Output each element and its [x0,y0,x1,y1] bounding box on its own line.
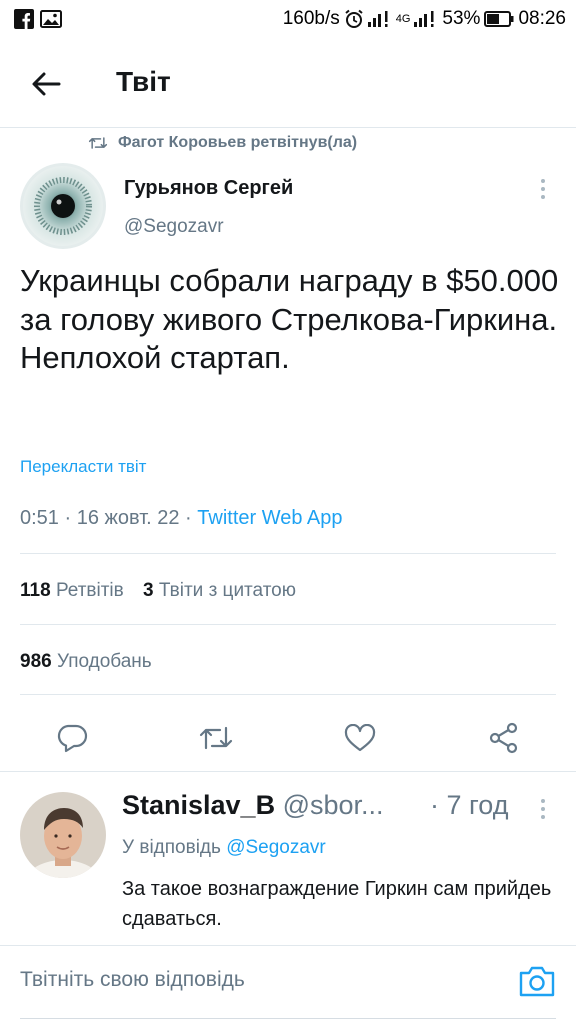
likes-count: 986 [20,651,52,672]
alarm-icon [345,9,363,28]
share-icon [489,722,518,754]
author-avatar[interactable] [20,163,106,249]
quotes-stat[interactable]: 3 Твіти з цитатою [143,580,296,601]
tweet-timestamp: 0:51 · 16 жовт. 22 · [20,507,198,529]
status-bar: 160b/s 4G 53% 08:26 [0,0,576,38]
quotes-count: 3 [143,580,154,601]
retweets-count: 118 [20,580,51,601]
retweet-icon [199,726,233,750]
retweets-label: Ретвітів [55,580,124,601]
retweet-context-text: Фагот Коровьев ретвітнув(ла) [118,134,358,151]
quotes-label: Твіти з цитатою [158,580,297,601]
reply-time: · 7 год [430,790,509,820]
meta-divider [20,553,556,554]
eye-avatar-image [20,163,106,249]
reply-to-mention[interactable]: @Segozavr [226,837,326,858]
stats-divider [20,624,556,625]
network-type: 4G [395,13,411,25]
arrow-left-icon [32,72,61,96]
author-name[interactable]: Гурьянов Сергей [124,177,293,200]
reply-icon [57,724,88,753]
reply-author-name[interactable]: Stanislav_B [122,790,275,820]
likes-label: Уподобань [56,651,152,672]
reply-to-label: У відповідь [122,837,221,858]
like-button[interactable] [340,718,380,758]
battery-icon [484,11,514,27]
reply-input[interactable] [20,968,460,992]
reply-to-line: У відповідь @Segozavr [122,837,326,859]
reply-author-avatar[interactable] [20,792,106,878]
reply-button[interactable] [52,718,92,758]
retweet-stats-row: 118 Ретвітів 3 Твіти з цитатою [20,580,296,602]
camera-icon [519,966,555,997]
reply-header: Stanislav_B @sbor... · 7 год [122,790,562,821]
clock: 08:26 [518,8,566,29]
gallery-icon [40,10,62,28]
more-vertical-icon [541,179,545,199]
author-handle[interactable]: @Segozavr [124,216,224,238]
status-bar-right: 160b/s 4G 53% 08:26 [283,8,566,30]
more-vertical-icon [541,799,545,819]
likes-stat[interactable]: 986 Уподобань [20,651,152,672]
reply-composer [0,945,576,1024]
like-icon [344,724,376,752]
translate-tweet-link[interactable]: Перекласти твіт [20,457,146,477]
retweet-button[interactable] [196,718,236,758]
reply-author-handle[interactable]: @sbor... [283,790,384,820]
retweet-small-icon [88,137,108,149]
tweet-source-link[interactable]: Twitter Web App [197,507,342,529]
reply-more-button[interactable] [536,798,550,820]
tweet-text: Украинцы собрали награду в $50.000 за го… [20,263,559,375]
app-header: Твіт [0,38,576,128]
network-speed: 160b/s [282,8,340,29]
composer-underline [20,1018,556,1019]
signal-icon-2 [414,11,434,27]
header-divider [0,127,576,128]
reply-text: За такое вознаграждение Гиркин сам прийд… [122,878,552,930]
person-avatar-image [20,792,106,878]
actions-divider [0,771,576,772]
share-button[interactable] [484,718,524,758]
likes-stats-row: 986 Уподобань [20,651,152,673]
battery-percent: 53% [442,8,481,29]
back-button[interactable] [28,66,64,102]
signal-icon [367,11,388,27]
page-title: Твіт [116,66,171,97]
status-bar-left [14,9,62,29]
camera-button[interactable] [518,964,556,1002]
retweet-context[interactable]: Фагот Коровьев ретвітнув(ла) [88,134,357,152]
facebook-icon [14,9,34,29]
tweet-meta: 0:51 · 16 жовт. 22 · Twitter Web App [20,507,343,530]
likes-divider [20,694,556,695]
retweets-stat[interactable]: 118 Ретвітів [20,580,124,601]
tweet-more-button[interactable] [536,178,550,200]
tweet-actions [0,708,576,764]
